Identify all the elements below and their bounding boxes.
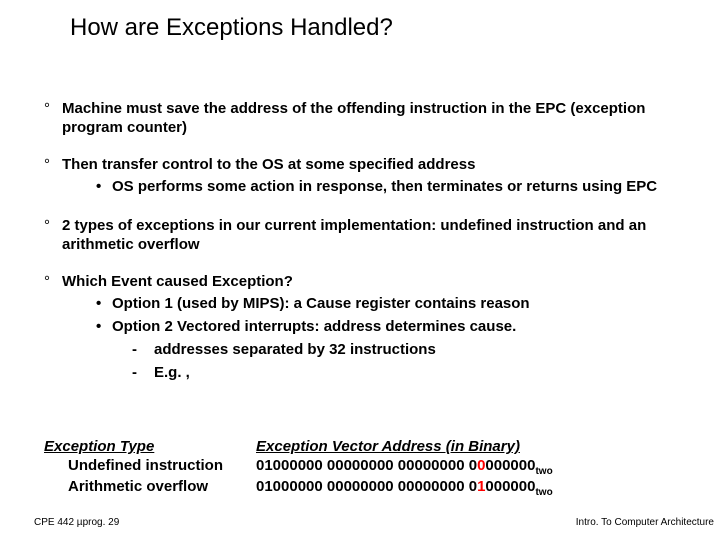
exception-addr: 01000000 00000000 00000000 01000000two [256, 478, 553, 500]
bullet-text: Then transfer control to the OS at some … [62, 156, 684, 200]
sub-bullet-marker: • [96, 178, 112, 197]
exception-table: Exception TypeException Vector Address (… [44, 438, 553, 500]
sub-bullet-text: OS performs some action in response, the… [112, 178, 684, 197]
bullet-marker: ° [44, 217, 62, 255]
binary-pre: 01000000 00000000 00000000 0 [256, 457, 477, 474]
bullet-3: ° 2 types of exceptions in our current i… [44, 217, 684, 255]
sub-bullet-text: Option 2 Vectored interrupts: address de… [112, 318, 684, 337]
slide-body: ° Machine must save the address of the o… [44, 100, 684, 382]
bullet-marker: ° [44, 156, 62, 200]
dash-marker: - [132, 341, 154, 360]
sub-bullet-1: • Option 1 (used by MIPS): a Cause regis… [96, 295, 684, 314]
binary-pre: 01000000 00000000 00000000 0 [256, 478, 477, 495]
bullet-text-line: Which Event caused Exception? [62, 273, 293, 290]
exception-addr: 01000000 00000000 00000000 00000000two [256, 457, 553, 479]
sub-bullet-text: Option 1 (used by MIPS): a Cause registe… [112, 295, 684, 314]
sub-bullet-2: • Option 2 Vectored interrupts: address … [96, 318, 684, 337]
footer-left: CPE 442 µprog. 29 [34, 517, 119, 528]
bullet-marker: ° [44, 100, 62, 138]
exception-name: Arithmetic overflow [44, 478, 256, 497]
bullet-2: ° Then transfer control to the OS at som… [44, 156, 684, 200]
bullet-1: ° Machine must save the address of the o… [44, 100, 684, 138]
bullet-text: 2 types of exceptions in our current imp… [62, 217, 684, 255]
sub-bullet-marker: • [96, 318, 112, 337]
sub-bullet-marker: • [96, 295, 112, 314]
dash-marker: - [132, 364, 154, 383]
bullet-4: ° Which Event caused Exception? • Option… [44, 273, 684, 383]
binary-post: 000000 [485, 478, 535, 495]
table-row: Arithmetic overflow01000000 00000000 000… [44, 478, 553, 500]
table-header-type: Exception Type [44, 438, 256, 457]
binary-post: 000000 [485, 457, 535, 474]
bullet-marker: ° [44, 273, 62, 383]
sub-sub-text: addresses separated by 32 instructions [154, 341, 436, 360]
slide-title: How are Exceptions Handled? [70, 14, 393, 42]
sub-sub-text: E.g. , [154, 364, 190, 383]
sub-sub-bullet-2: - E.g. , [132, 364, 684, 383]
table-row: Undefined instruction01000000 00000000 0… [44, 457, 553, 479]
slide: How are Exceptions Handled? ° Machine mu… [0, 0, 720, 540]
table-header-addr: Exception Vector Address (in Binary) [256, 438, 520, 457]
binary-sub: two [535, 466, 552, 477]
sub-bullet: • OS performs some action in response, t… [96, 178, 684, 197]
sub-sub-bullet-1: - addresses separated by 32 instructions [132, 341, 684, 360]
bullet-text-line: Then transfer control to the OS at some … [62, 156, 475, 173]
footer-right: Intro. To Computer Architecture [576, 517, 714, 528]
bullet-text: Which Event caused Exception? • Option 1… [62, 273, 684, 383]
binary-sub: two [535, 487, 552, 498]
exception-name: Undefined instruction [44, 457, 256, 476]
table-header-row: Exception TypeException Vector Address (… [44, 438, 553, 457]
bullet-text: Machine must save the address of the off… [62, 100, 684, 138]
